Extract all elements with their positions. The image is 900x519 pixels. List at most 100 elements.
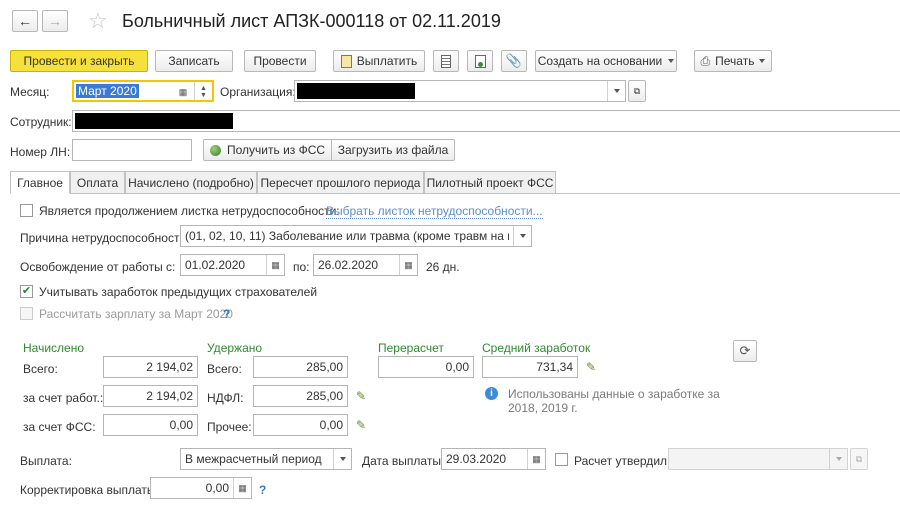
ln-number-label: Номер ЛН: [10,145,71,159]
dropdown-icon[interactable] [829,449,847,469]
calculator-icon[interactable]: ▦ [233,478,251,498]
accrued-employer-value: 2 194,02 [146,389,193,403]
document-icon [340,54,352,68]
withheld-title: Удержано [207,341,263,355]
report-icon [474,54,486,68]
tab-label: Главное [17,175,63,190]
tab-fss-pilot[interactable]: Пилотный проект ФСС [424,171,556,194]
release-from-field[interactable]: 01.02.2020 ▦ [180,254,285,276]
tab-main[interactable]: Главное [10,171,70,194]
post-button[interactable]: Провести [244,50,316,72]
withheld-total-label: Всего: [207,362,242,376]
calendar-icon[interactable]: ▦ [527,449,545,469]
help-icon[interactable]: ? [223,307,230,321]
paperclip-icon: 📎 [505,53,523,68]
open-link-icon: ⧉ [633,85,641,96]
get-from-fss-label: Получить из ФСС [227,143,326,157]
star-icon[interactable]: ☆ [88,8,108,34]
other-field[interactable]: 0,00 [253,414,348,436]
accrued-fss-field[interactable]: 0,00 [103,414,198,436]
calendar-icon[interactable]: ▦ [174,82,192,100]
continuation-checkbox[interactable] [20,204,33,217]
fss-icon [210,144,221,156]
month-label: Месяц: [10,85,50,99]
tab-recalc-previous[interactable]: Пересчет прошлого периода [257,171,424,194]
reason-field[interactable]: (01, 02, 10, 11) Заболевание или травма … [180,225,532,247]
tab-label: Пересчет прошлого периода [260,175,421,190]
journal-button[interactable] [433,50,459,72]
stepper-icon[interactable]: ▲ ▼ [194,82,212,100]
organization-field[interactable] [294,80,626,102]
consider-prev-checkbox[interactable]: ✔ [20,285,33,298]
journal-icon [441,54,451,68]
edit-other-icon[interactable]: ✎ [356,418,366,432]
ln-number-field[interactable] [72,139,192,161]
accrued-total-field[interactable]: 2 194,02 [103,356,198,378]
open-approver-button[interactable]: ⧉ [850,448,868,470]
tab-accrued-details[interactable]: Начислено (подробно) [125,171,257,194]
print-button[interactable]: ⎙ Печать [694,50,772,72]
tab-payment[interactable]: Оплата [70,171,125,194]
load-from-file-label: Загрузить из файла [337,143,449,157]
dropdown-icon[interactable] [607,81,625,101]
payment-date-field[interactable]: 29.03.2020 ▦ [441,448,546,470]
dropdown-icon[interactable] [333,449,351,469]
payment-date-label: Дата выплаты: [362,454,445,468]
calendar-icon[interactable]: ▦ [399,255,417,275]
pay-button[interactable]: Выплатить [333,50,425,72]
accrued-total-label: Всего: [23,362,58,376]
print-preview-button[interactable] [467,50,493,72]
adjust-field[interactable]: 0,00 ▦ [150,477,252,499]
refresh-button[interactable]: ⟳ [733,340,757,362]
month-value: Март 2020 [76,84,139,98]
other-value: 0,00 [319,418,343,432]
payment-value: В межрасчетный период [185,452,322,466]
accrued-total-value: 2 194,02 [146,360,193,374]
choose-sheet-link[interactable]: Выбрать листок нетрудоспособности... [326,204,543,219]
employee-label: Сотрудник: [10,115,72,129]
accrued-fss-label: за счет ФСС: [23,420,96,434]
get-from-fss-button[interactable]: Получить из ФСС [203,139,331,161]
open-organization-button[interactable]: ⧉ [628,80,646,102]
ndfl-field[interactable]: 285,00 [253,385,348,407]
info-text-line1: Использованы данные о заработке за [508,387,720,401]
calendar-icon[interactable]: ▦ [266,255,284,275]
calc-salary-checkbox[interactable] [20,307,33,320]
accrued-employer-field[interactable]: 2 194,02 [103,385,198,407]
ndfl-value: 285,00 [306,389,343,403]
edit-avg-earnings-icon[interactable]: ✎ [586,360,596,374]
tab-label: Оплата [76,175,119,190]
accrued-title: Начислено [23,341,85,355]
info-text-line2: 2018, 2019 г. [508,401,578,415]
recalc-title: Перерасчет [378,341,444,355]
adjust-value: 0,00 [205,481,229,495]
withheld-total-field[interactable]: 285,00 [253,356,348,378]
reason-label: Причина нетрудоспособности: [20,231,190,245]
load-from-file-button[interactable]: Загрузить из файла [331,139,455,161]
avg-earnings-value: 731,34 [536,360,573,374]
month-field[interactable]: Март 2020 ▦ ▲ ▼ [72,80,214,102]
dropdown-icon[interactable] [513,226,531,246]
avg-earnings-field[interactable]: 731,34 [482,356,578,378]
edit-ndfl-icon[interactable]: ✎ [356,389,366,403]
recalc-field[interactable]: 0,00 [378,356,474,378]
to-label: по: [293,260,310,274]
employee-field[interactable] [72,110,900,132]
chevron-down-icon [668,59,675,63]
approved-by-field[interactable] [668,448,848,470]
payment-field[interactable]: В межрасчетный период [180,448,352,470]
adjust-help-icon[interactable]: ? [259,483,266,497]
save-button[interactable]: Записать [155,50,233,72]
approved-checkbox[interactable] [555,453,568,466]
back-button[interactable]: ← [12,10,38,32]
window-title: Больничный лист АПЗК-000118 от 02.11.201… [122,11,501,31]
post-label: Провести [253,54,307,68]
create-based-button[interactable]: Создать на основании [535,50,677,72]
organization-redacted [297,83,415,99]
payment-label: Выплата: [20,454,72,468]
attach-button[interactable]: 📎 [501,50,527,72]
post-and-close-button[interactable]: Провести и закрыть [10,50,148,72]
forward-button[interactable]: → [42,10,68,32]
release-to-field[interactable]: 26.02.2020 ▦ [313,254,418,276]
release-from-value: 01.02.2020 [185,258,246,272]
